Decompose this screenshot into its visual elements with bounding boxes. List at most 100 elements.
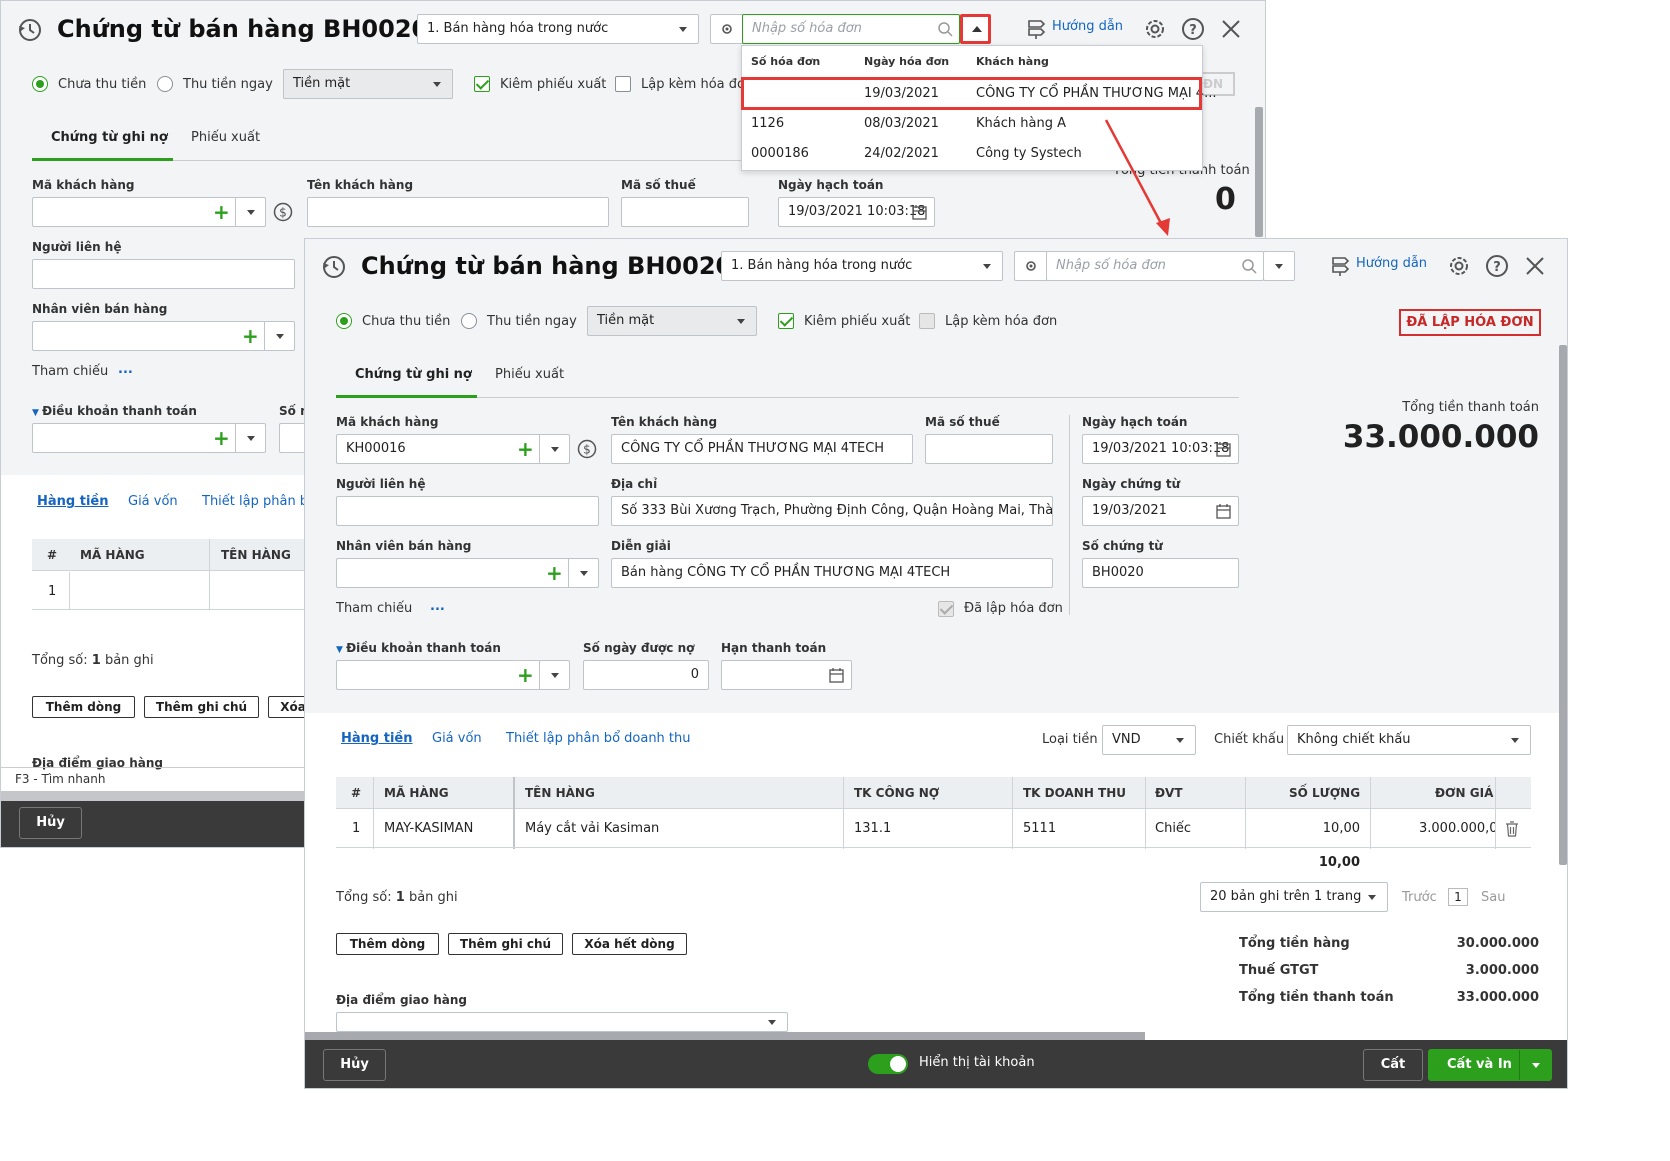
invoice-dropdown-toggle[interactable] — [960, 14, 991, 44]
invoice-checkbox[interactable] — [615, 76, 631, 92]
voucher-no-input[interactable]: BH0020 — [1082, 558, 1239, 588]
subtab-goods[interactable]: Hàng tiền — [37, 494, 108, 509]
calendar-icon[interactable] — [829, 668, 844, 683]
save-print-button[interactable]: Cất và In — [1428, 1049, 1552, 1081]
settings-icon[interactable] — [1143, 17, 1167, 41]
page-title: Chứng từ bán hàng BH0020 — [361, 252, 733, 280]
tab-export-slip[interactable]: Phiếu xuất — [191, 130, 260, 145]
salesperson-input[interactable]: + — [336, 558, 599, 588]
show-account-toggle[interactable] — [868, 1054, 908, 1074]
delete-all-rows-button[interactable]: Xóa hết dòng — [572, 933, 687, 955]
settings-icon[interactable] — [1447, 254, 1471, 278]
history-icon[interactable] — [321, 254, 347, 280]
add-row-button[interactable]: Thêm dòng — [32, 696, 135, 718]
calendar-icon[interactable] — [1216, 442, 1231, 457]
radio-paid-now[interactable] — [157, 76, 173, 92]
accounting-date-input[interactable]: 19/03/2021 10:03:18 — [1082, 434, 1239, 464]
tab-debt-voucher[interactable]: Chứng từ ghi nợ — [51, 130, 168, 145]
add-note-button[interactable]: Thêm ghi chú — [144, 696, 259, 718]
payment-terms-input[interactable]: + — [336, 660, 570, 690]
guide-link[interactable]: Hướng dẫn — [1052, 19, 1123, 34]
subtab-allocation[interactable]: Thiết lập phân bổ — [202, 494, 316, 509]
dollar-icon[interactable]: $ — [577, 439, 597, 459]
tab-export-slip[interactable]: Phiếu xuất — [495, 367, 564, 382]
invoice-settings-button[interactable] — [710, 14, 744, 44]
customer-name-input[interactable]: CÔNG TY CỔ PHẦN THƯƠNG MẠI 4TECH — [611, 434, 913, 464]
export-checkbox[interactable] — [778, 313, 794, 329]
customer-code-input[interactable]: + — [32, 197, 266, 227]
payment-method-select[interactable]: Tiền mặt — [587, 306, 757, 336]
invoice-settings-button[interactable] — [1014, 251, 1048, 281]
next-page-button[interactable]: Sau — [1481, 890, 1505, 905]
tab-debt-voucher[interactable]: Chứng từ ghi nợ — [355, 367, 472, 382]
close-icon[interactable] — [1221, 19, 1241, 39]
row-debt-account: 131.1 — [854, 821, 892, 836]
trash-icon[interactable] — [1505, 821, 1519, 837]
add-note-button[interactable]: Thêm ghi chú — [448, 933, 563, 955]
invoice-dropdown-toggle[interactable] — [1263, 251, 1295, 281]
front-v-scrollbar[interactable] — [1559, 345, 1567, 865]
guide-icon[interactable] — [1025, 17, 1047, 39]
accounting-date-input[interactable]: 19/03/2021 10:03:18 — [778, 197, 935, 227]
contact-input[interactable] — [336, 496, 599, 526]
h-scrollbar[interactable] — [1, 791, 311, 801]
customer-code-input[interactable]: KH00016 + — [336, 434, 570, 464]
invoiced-checkbox[interactable] — [938, 601, 954, 617]
invoice-search-input[interactable]: Nhập số hóa đơn — [742, 14, 960, 44]
help-icon[interactable]: ? — [1181, 17, 1205, 41]
due-date-input[interactable] — [721, 660, 852, 690]
subtab-goods[interactable]: Hàng tiền — [341, 731, 412, 746]
subtab-allocation[interactable]: Thiết lập phân bổ doanh thu — [506, 731, 691, 746]
payment-terms-label[interactable]: ▼ Điều khoản thanh toán — [336, 641, 501, 655]
payment-terms-label[interactable]: ▼ Điều khoản thanh toán — [32, 404, 197, 418]
radio-paid-now[interactable] — [461, 313, 477, 329]
invoice-checkbox[interactable] — [919, 313, 935, 329]
voucher-date-input[interactable]: 19/03/2021 — [1082, 496, 1239, 526]
days-input[interactable]: 0 — [583, 660, 709, 690]
help-icon[interactable]: ? — [1485, 254, 1509, 278]
close-icon[interactable] — [1525, 256, 1545, 276]
reference-more-link[interactable]: ... — [430, 599, 445, 614]
save-button[interactable]: Cất — [1363, 1049, 1423, 1081]
current-page[interactable]: 1 — [1448, 888, 1468, 906]
salesperson-input[interactable]: + — [32, 321, 295, 351]
guide-link[interactable]: Hướng dẫn — [1356, 256, 1427, 271]
paging-select[interactable]: 20 bản ghi trên 1 trang — [1200, 882, 1388, 912]
h-scrollbar[interactable] — [305, 1032, 1145, 1040]
payment-terms-input[interactable]: + — [32, 423, 266, 453]
col-name: TÊN HÀNG — [221, 548, 291, 562]
radio-unpaid[interactable] — [336, 313, 352, 329]
delivery-select[interactable] — [336, 1012, 788, 1032]
description-input[interactable]: Bán hàng CÔNG TY CỔ PHẦN THƯƠNG MẠI 4TEC… — [611, 558, 1053, 588]
reference-more-link[interactable]: ... — [118, 362, 133, 377]
address-input[interactable]: Số 333 Bùi Xương Trạch, Phường Định Công… — [611, 496, 1053, 526]
calendar-icon[interactable] — [912, 205, 927, 220]
discount-select[interactable]: Không chiết khấu — [1287, 725, 1531, 755]
payment-method-select[interactable]: Tiền mặt — [283, 69, 453, 99]
add-salesperson-icon: + — [546, 561, 563, 585]
export-checkbox[interactable] — [474, 76, 490, 92]
subtab-cost[interactable]: Giá vốn — [432, 731, 482, 746]
cancel-button[interactable]: Hủy — [323, 1049, 386, 1081]
invoice-search-input[interactable]: Nhập số hóa đơn — [1046, 251, 1264, 281]
subtab-cost[interactable]: Giá vốn — [128, 494, 178, 509]
sale-type-select[interactable]: 1. Bán hàng hóa trong nước — [417, 14, 699, 44]
tax-code-input[interactable] — [925, 434, 1053, 464]
salesperson-label: Nhân viên bán hàng — [336, 539, 472, 553]
dollar-icon[interactable]: $ — [273, 202, 293, 222]
customer-name-input[interactable] — [307, 197, 609, 227]
table-row[interactable] — [32, 572, 312, 610]
tax-code-input[interactable] — [621, 197, 749, 227]
radio-unpaid[interactable] — [32, 76, 48, 92]
guide-icon[interactable] — [1329, 254, 1351, 276]
currency-select[interactable]: VND — [1102, 725, 1196, 755]
back-cancel-button[interactable]: Hủy — [19, 807, 82, 839]
sale-type-select[interactable]: 1. Bán hàng hóa trong nước — [721, 251, 1003, 281]
back-v-scrollbar[interactable] — [1255, 107, 1263, 237]
add-row-button[interactable]: Thêm dòng — [336, 933, 439, 955]
contact-input[interactable] — [32, 259, 295, 289]
prev-page-button[interactable]: Trước — [1402, 890, 1437, 905]
history-icon[interactable] — [17, 17, 43, 43]
calendar-icon[interactable] — [1216, 504, 1231, 519]
reference-label: Tham chiếu — [336, 601, 413, 616]
